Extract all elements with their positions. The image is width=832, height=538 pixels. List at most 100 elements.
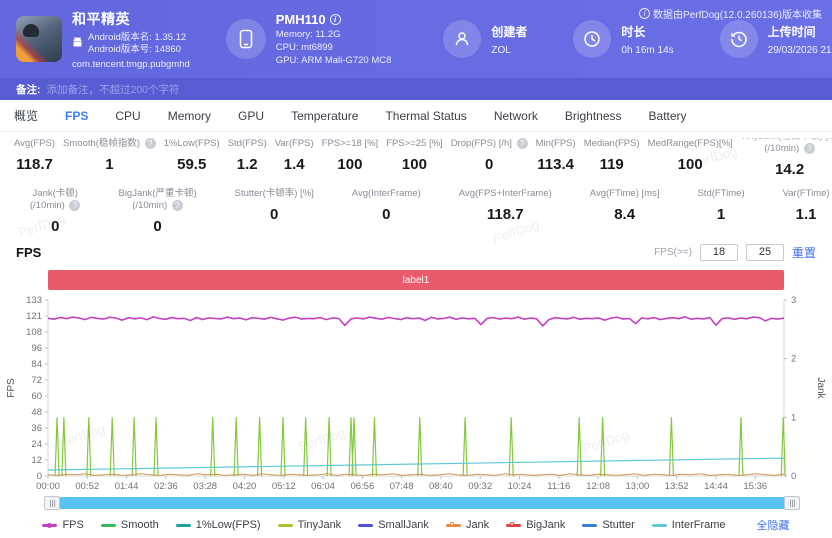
app-icon-helmet [23,24,39,37]
chart-legend: FPS Smooth 1%Low(FPS) TinyJank SmallJank Jank… [0,517,832,533]
fps-chart[interactable]: 012243648607284961081211330123FPSJank00:… [0,290,832,492]
series-tinyjank-spike [669,417,673,476]
legend-item-fps[interactable]: FPS [42,519,83,531]
note-label: 备注: [16,82,41,97]
stat-label: Avg(FPS) [14,138,55,150]
legend-item-1-low-fps-[interactable]: 1%Low(FPS) [176,519,261,531]
stat-label: Var(FPS) [275,138,314,150]
person-icon [443,20,481,58]
legend-marker [506,524,521,527]
help-icon[interactable]: ? [172,200,183,211]
svg-text:FPS: FPS [6,378,17,398]
tab-gpu[interactable]: GPU [238,109,264,123]
series-tinyjank-spike [281,417,285,476]
fps-chart-svg: 012243648607284961081211330123FPSJank00:… [0,290,832,492]
scrollbar-left-handle[interactable] [44,496,60,510]
stat-label: Smooth(稳帧指数) ? [63,138,156,150]
device-info-icon[interactable]: i [330,14,341,25]
stat-item: FPS>=18 [%]100 [318,138,383,173]
fps-threshold-input-2[interactable] [746,244,784,261]
tab-thermal-status[interactable]: Thermal Status [385,109,466,123]
help-icon[interactable]: ? [804,143,815,154]
stat-item: Var(FTime)1.1 [779,188,832,223]
stat-item: BigJank(严重卡顿)(/10min) ?0 [114,188,200,235]
tab-network[interactable]: Network [494,109,538,123]
legend-item-interframe[interactable]: InterFrame [652,519,726,531]
hide-all-link[interactable]: 全隐藏 [757,517,790,533]
fps-threshold-input-1[interactable] [700,244,738,261]
series-tinyjank-spike [62,417,66,476]
series-tinyjank-spike [418,417,422,476]
stat-value: 8.4 [590,206,660,223]
info-icon: i [639,8,650,19]
tab-memory[interactable]: Memory [168,109,211,123]
tab-cpu[interactable]: CPU [115,109,140,123]
legend-item-jank[interactable]: Jank [446,519,489,531]
stat-value: 118.7 [14,156,55,173]
tab-temperature[interactable]: Temperature [291,109,358,123]
tab-brightness[interactable]: Brightness [565,109,622,123]
svg-text:133: 133 [26,295,42,306]
stat-label: Drop(FPS) [/h] ? [451,138,528,150]
android-icon [72,35,83,53]
svg-text:06:04: 06:04 [311,481,335,492]
reset-button[interactable]: 重置 [792,244,816,261]
android-version-code: Android版本号: 14860 [88,44,186,56]
stat-label: Jank(卡顿) [30,188,80,200]
chart-range-scrollbar[interactable] [44,496,800,510]
help-icon[interactable]: ? [145,138,156,149]
svg-text:48: 48 [31,407,42,418]
stat-item: Smooth(稳帧指数) ? 1 [59,138,160,173]
legend-item-smooth[interactable]: Smooth [101,519,159,531]
stat-value: 1 [63,156,156,173]
legend-marker [278,524,293,527]
svg-text:07:48: 07:48 [390,481,414,492]
series-tinyjank-spike [87,417,91,476]
duration-label: 时长 [621,23,673,40]
chart-label-banner: label1 [48,270,784,290]
svg-text:01:44: 01:44 [115,481,139,492]
stat-value: 0 [118,218,196,235]
svg-text:05:12: 05:12 [272,481,296,492]
creator-group: 创建者 ZOL [443,20,527,58]
duration-group: 时长 0h 16m 14s [573,20,673,58]
stat-label: FPS>=25 [%] [386,138,443,150]
metric-tabs: 概览 FPS CPU Memory GPU Temperature Thermal Stat… [0,100,832,132]
scrollbar-right-handle[interactable] [784,496,800,510]
legend-marker [446,524,461,527]
stat-value: 0 [451,156,528,173]
legend-item-tinyjank[interactable]: TinyJank [278,519,342,531]
svg-text:13:52: 13:52 [665,481,689,492]
legend-item-stutter[interactable]: Stutter [582,519,634,531]
svg-text:72: 72 [31,375,42,386]
stat-label: MedRange(FPS)[%] [648,138,733,150]
help-icon[interactable]: ? [69,200,80,211]
legend-item-bigjank[interactable]: BigJank [506,519,565,531]
legend-marker [176,524,191,527]
history-clock-icon [720,20,758,58]
tab-概览[interactable]: 概览 [14,107,38,124]
svg-text:00:00: 00:00 [36,481,60,492]
stat-value: 1.1 [783,206,830,223]
note-bar[interactable]: 备注: 添加备注，不超过200个字符 [0,78,832,100]
series-tinyjank-spike [601,417,605,476]
stat-item: 1%Low(FPS)59.5 [160,138,224,173]
tab-fps[interactable]: FPS [65,109,88,123]
stat-label-2: (/10min) ? [30,200,80,212]
stat-item: Drop(FPS) [/h] ? 0 [447,138,532,173]
legend-marker [652,524,667,527]
stat-value: 119 [584,156,640,173]
stat-label: Std(FTime) [697,188,744,200]
collect-version-text: 数据由PerfDog(12.0.260136)版本收集 [653,6,822,21]
svg-text:02:36: 02:36 [154,481,178,492]
help-icon[interactable]: ? [517,138,528,149]
tab-battery[interactable]: Battery [649,109,687,123]
svg-text:12:08: 12:08 [586,481,610,492]
note-placeholder: 添加备注，不超过200个字符 [47,82,180,97]
svg-text:0: 0 [791,471,796,482]
series-tinyjank-spike [55,417,59,476]
legend-item-smalljank[interactable]: SmallJank [358,519,429,531]
scrollbar-track[interactable] [44,497,800,509]
legend-marker [358,524,373,527]
stat-value: 100 [322,156,379,173]
